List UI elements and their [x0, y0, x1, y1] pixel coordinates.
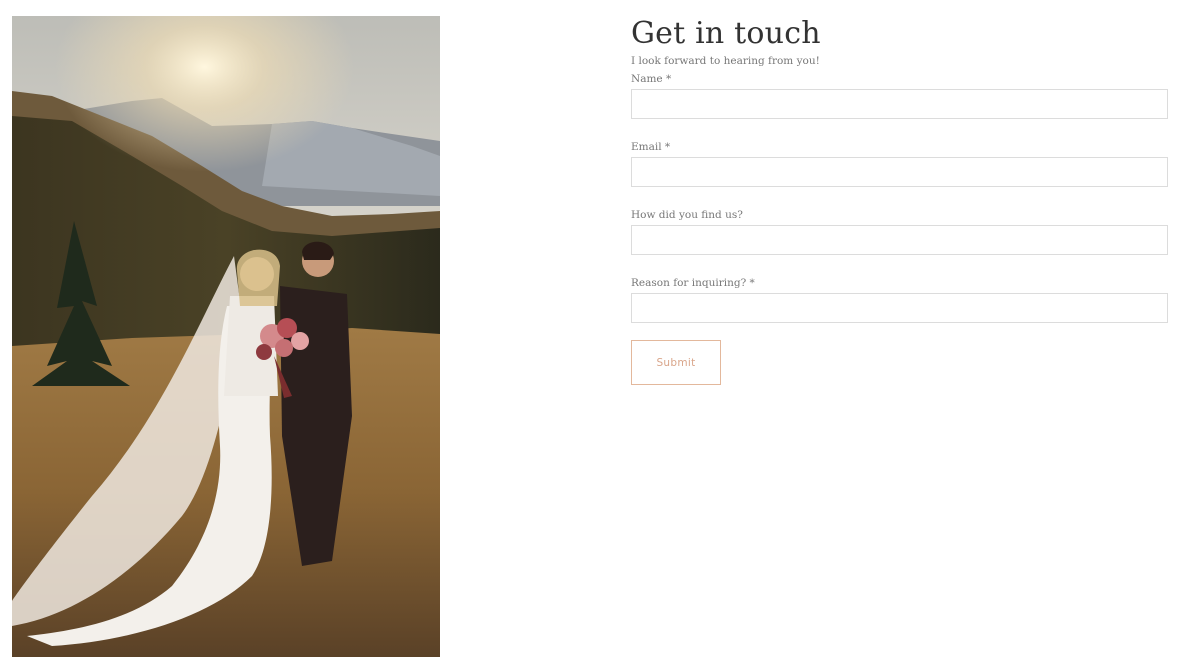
page-title: Get in touch [631, 16, 821, 51]
reason-label: Reason for inquiring? * [631, 277, 755, 289]
hero-photo [12, 16, 440, 657]
submit-button[interactable]: Submit [631, 340, 721, 385]
email-field-group: Email * [631, 140, 1169, 187]
name-input[interactable] [631, 89, 1168, 119]
reason-input[interactable] [631, 293, 1168, 323]
page-subtitle: I look forward to hearing from you! [631, 55, 820, 67]
name-label: Name * [631, 73, 672, 85]
wedding-couple-image [12, 16, 440, 657]
email-input[interactable] [631, 157, 1168, 187]
reason-field-group: Reason for inquiring? * [631, 276, 1169, 323]
email-label: Email * [631, 141, 671, 153]
name-field-group: Name * [631, 72, 1169, 119]
referral-input[interactable] [631, 225, 1168, 255]
referral-label: How did you find us? [631, 209, 743, 221]
referral-field-group: How did you find us? [631, 208, 1169, 255]
contact-form: Get in touch I look forward to hearing f… [631, 14, 1169, 385]
